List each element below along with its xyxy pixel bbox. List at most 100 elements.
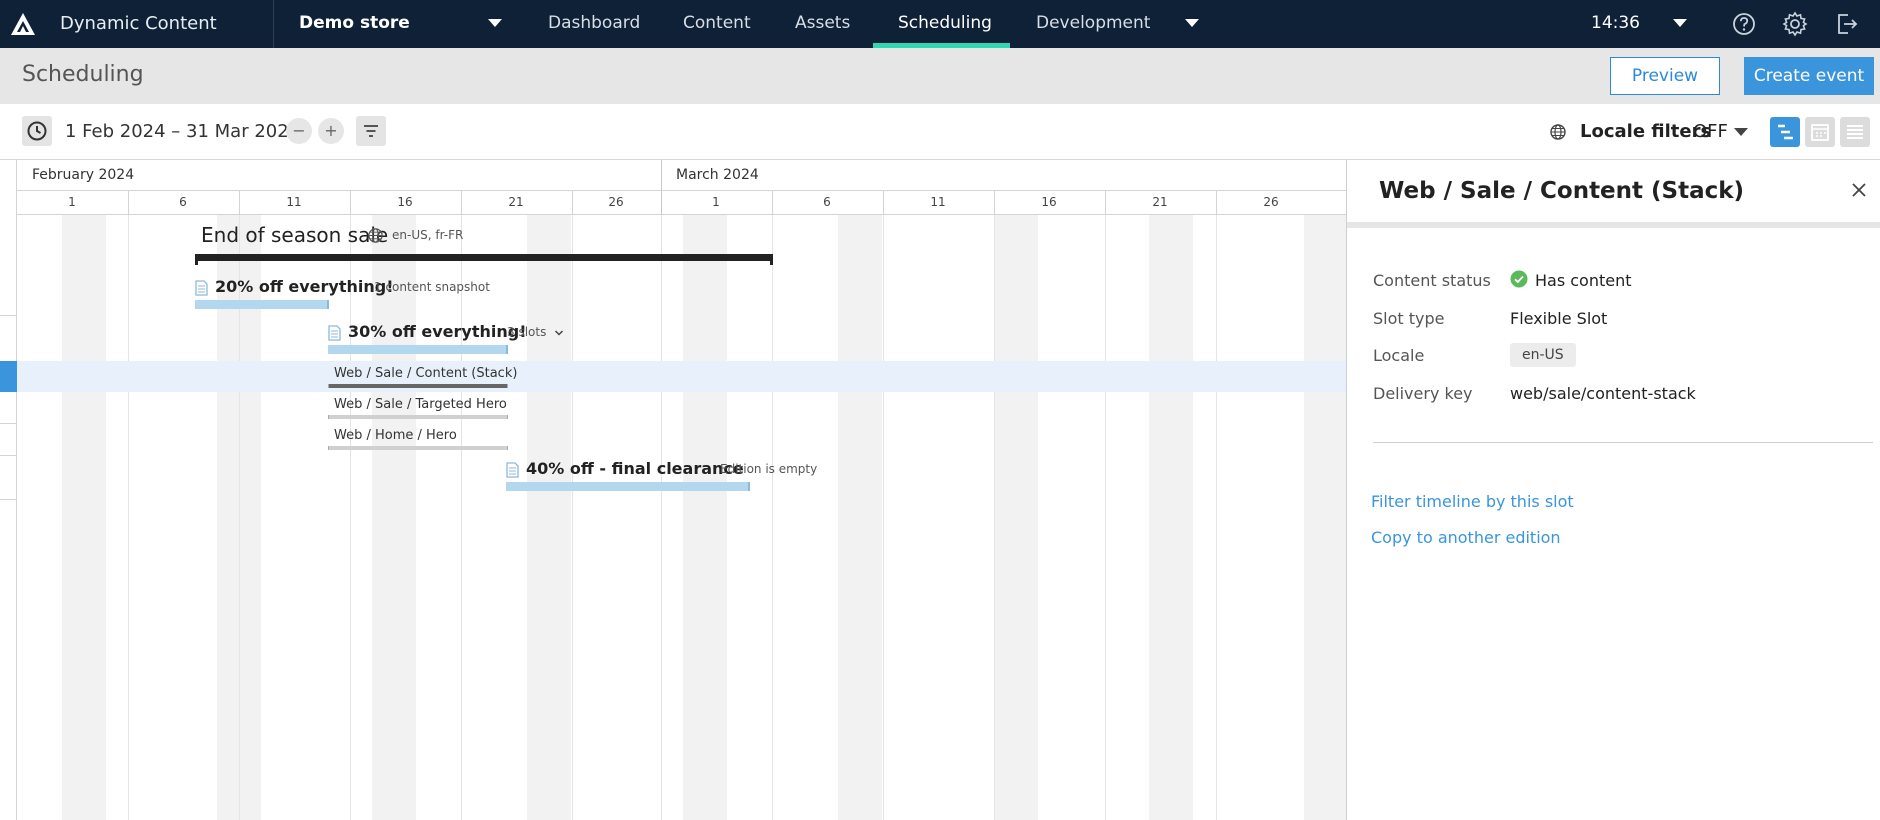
filter-timeline-link[interactable]: Filter timeline by this slot bbox=[1371, 492, 1574, 511]
help-icon[interactable] bbox=[1731, 11, 1757, 37]
logo-icon[interactable] bbox=[10, 11, 36, 37]
timeline-canvas[interactable]: February 2024 March 2024 1 6 11 16 21 26… bbox=[0, 160, 1346, 820]
slot-label[interactable]: Web / Sale / Content (Stack) bbox=[334, 366, 517, 381]
list-icon bbox=[1847, 125, 1863, 139]
day-header: 1 6 11 16 21 26 1 6 11 16 21 26 bbox=[17, 191, 1346, 215]
date-range[interactable]: 1 Feb 2024 – 31 Mar 2024 bbox=[65, 121, 300, 142]
gridline bbox=[1216, 215, 1217, 820]
logout-icon[interactable] bbox=[1834, 11, 1860, 37]
gutter-divider bbox=[0, 455, 17, 456]
calendar-icon bbox=[1811, 124, 1829, 141]
globe-icon bbox=[1550, 124, 1566, 140]
slot-type-label: Slot type bbox=[1373, 309, 1445, 328]
day-divider bbox=[461, 191, 462, 215]
event-locales: en-US, fr-FR bbox=[392, 228, 464, 242]
tab-development[interactable]: Development bbox=[1036, 13, 1150, 33]
timeline-view-button[interactable] bbox=[1770, 117, 1800, 147]
day-divider bbox=[1105, 191, 1106, 215]
chevron-down-icon[interactable] bbox=[554, 328, 564, 338]
event-duration-bar[interactable] bbox=[195, 254, 773, 261]
create-event-button[interactable]: Create event bbox=[1744, 57, 1874, 95]
event-title[interactable]: End of season sale bbox=[201, 223, 388, 247]
panel-divider bbox=[1347, 222, 1880, 228]
top-navigation: Dynamic Content Demo store Dashboard Con… bbox=[0, 0, 1880, 48]
day-label: 21 bbox=[508, 195, 524, 209]
tab-content[interactable]: Content bbox=[683, 13, 751, 33]
chevron-down-icon[interactable] bbox=[488, 19, 502, 27]
locale-filters-dropdown[interactable]: OFF bbox=[1693, 121, 1728, 142]
gridline bbox=[128, 215, 129, 820]
copy-edition-link[interactable]: Copy to another edition bbox=[1371, 528, 1561, 547]
store-selector[interactable]: Demo store bbox=[299, 13, 410, 33]
selected-row-marker bbox=[0, 361, 17, 392]
page-header: Scheduling Preview Create event bbox=[0, 48, 1880, 104]
close-icon[interactable] bbox=[1851, 182, 1867, 198]
day-label: 11 bbox=[930, 195, 946, 209]
zoom-in-button[interactable]: + bbox=[318, 118, 344, 144]
timeline-view-icon bbox=[1778, 124, 1793, 140]
edition-bar[interactable] bbox=[195, 300, 329, 309]
month-label: February 2024 bbox=[32, 167, 135, 183]
weekend-shade bbox=[527, 215, 571, 820]
time-display[interactable]: 14:36 bbox=[1591, 13, 1640, 33]
zoom-out-button[interactable]: − bbox=[286, 118, 312, 144]
filter-icon bbox=[364, 125, 378, 137]
weekend-shade bbox=[838, 215, 882, 820]
edition-meta: 3 slots bbox=[507, 325, 547, 339]
edition-name[interactable]: 30% off everything! bbox=[348, 322, 527, 341]
slot-type-value: Flexible Slot bbox=[1510, 309, 1608, 328]
document-icon bbox=[328, 325, 341, 341]
locale-label: Locale bbox=[1373, 346, 1425, 365]
timeline-gutter bbox=[0, 160, 17, 820]
list-view-button[interactable] bbox=[1840, 117, 1870, 147]
document-icon bbox=[506, 462, 519, 478]
tab-scheduling[interactable]: Scheduling bbox=[898, 13, 992, 33]
slot-label[interactable]: Web / Sale / Targeted Hero bbox=[334, 397, 507, 412]
chevron-down-icon[interactable] bbox=[1185, 19, 1199, 27]
gridline bbox=[572, 215, 573, 820]
selected-slot-row[interactable] bbox=[17, 361, 1346, 392]
chevron-down-icon[interactable] bbox=[1734, 128, 1748, 136]
tab-assets[interactable]: Assets bbox=[795, 13, 850, 33]
filter-button[interactable] bbox=[356, 116, 386, 146]
gear-icon[interactable] bbox=[1782, 11, 1808, 37]
edition-bar[interactable] bbox=[328, 345, 508, 354]
slot-bar[interactable] bbox=[328, 384, 508, 388]
edition-bar[interactable] bbox=[506, 482, 750, 491]
edition-meta: 1 content snapshot bbox=[374, 280, 490, 294]
calendar-view-button[interactable] bbox=[1805, 117, 1835, 147]
edition-name[interactable]: 20% off everything! bbox=[215, 277, 394, 296]
day-divider bbox=[883, 191, 884, 215]
gridline bbox=[883, 215, 884, 820]
app-title: Dynamic Content bbox=[60, 13, 217, 34]
globe-icon bbox=[368, 228, 383, 243]
day-label: 1 bbox=[712, 195, 720, 209]
edition-name[interactable]: 40% off - final clearance bbox=[526, 459, 744, 478]
content-status-value: Has content bbox=[1535, 271, 1632, 290]
slot-details-panel: Web / Sale / Content (Stack) Content sta… bbox=[1346, 160, 1880, 820]
gridline bbox=[661, 215, 662, 820]
date-picker-button[interactable] bbox=[22, 116, 52, 146]
day-divider bbox=[239, 191, 240, 215]
month-header: February 2024 March 2024 bbox=[17, 160, 1346, 191]
gridline bbox=[461, 215, 462, 820]
gridline bbox=[350, 215, 351, 820]
panel-rule bbox=[1373, 442, 1873, 443]
slot-bar[interactable] bbox=[328, 446, 508, 450]
slot-bar[interactable] bbox=[328, 415, 508, 419]
panel-title: Web / Sale / Content (Stack) bbox=[1379, 178, 1745, 204]
check-circle-icon bbox=[1510, 270, 1528, 288]
day-divider bbox=[1216, 191, 1217, 215]
gutter-divider bbox=[0, 315, 17, 316]
weekend-shade bbox=[1149, 215, 1193, 820]
day-label: 16 bbox=[397, 195, 413, 209]
weekend-shade bbox=[62, 215, 106, 820]
chevron-down-icon[interactable] bbox=[1673, 19, 1687, 27]
gridline bbox=[1105, 215, 1106, 820]
clock-icon bbox=[27, 121, 47, 141]
slot-label[interactable]: Web / Home / Hero bbox=[334, 428, 457, 443]
preview-button[interactable]: Preview bbox=[1610, 57, 1720, 95]
tab-dashboard[interactable]: Dashboard bbox=[548, 13, 640, 33]
gridline bbox=[994, 215, 995, 820]
gutter-divider bbox=[0, 423, 17, 424]
